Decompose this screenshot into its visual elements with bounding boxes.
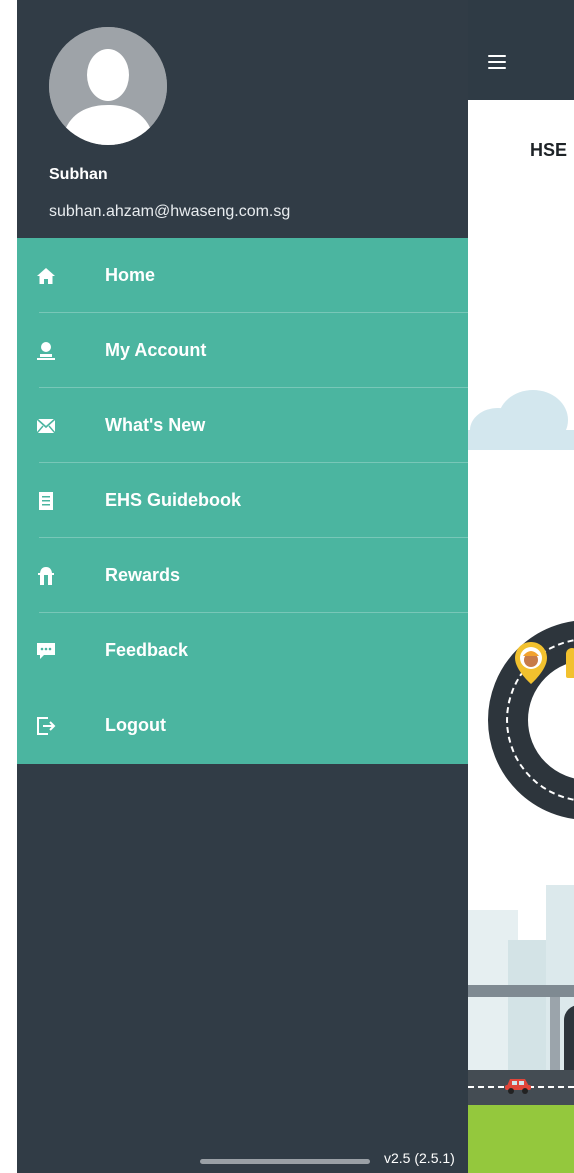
menu-item-home[interactable]: Home [17,238,468,313]
navigation-drawer: Subhan subhan.ahzam@hwaseng.com.sg Home … [17,0,468,1173]
menu-item-logout[interactable]: Logout [17,688,468,763]
screen-edge [0,0,17,1173]
menu-item-label: Home [105,265,156,285]
avatar[interactable] [49,27,167,145]
mail-icon [35,415,57,437]
menu-item-whats-new[interactable]: What's New [17,388,468,463]
home-icon [35,265,57,287]
menu-item-rewards[interactable]: Rewards [17,538,468,613]
chat-icon [35,640,57,662]
grass-illustration [468,1105,574,1173]
overpass-illustration [468,985,574,997]
app-version: v2.5 (2.5.1) [384,1150,455,1166]
car-icon [505,1079,531,1094]
book-icon [35,490,57,512]
menu-item-label: EHS Guidebook [105,490,242,510]
menu-item-my-account[interactable]: My Account [17,313,468,388]
user-name: Subhan [49,166,108,183]
home-indicator[interactable] [200,1159,370,1164]
user-avatar-icon [49,27,167,145]
gift-icon [35,565,57,587]
page-title: HSE [530,140,568,160]
pin-illustration [566,648,574,678]
menu-item-label: Feedback [105,640,189,660]
building-illustration [508,940,548,1085]
menu-item-ehs-guidebook[interactable]: EHS Guidebook [17,463,468,538]
app-content: HSE [468,100,574,1173]
menu-icon[interactable] [488,55,506,69]
worker-pin-icon [515,642,547,684]
user-email: subhan.ahzam@hwaseng.com.sg [49,203,291,220]
menu-item-label: My Account [105,340,207,360]
logout-icon [35,715,57,737]
drawer-menu: Home My Account What's New EHS Guidebook [17,238,468,764]
menu-item-label: Rewards [105,565,181,585]
app-header [468,0,574,100]
menu-item-label: Logout [105,715,166,735]
cloud-illustration [468,390,574,450]
user-icon [35,340,57,362]
menu-item-label: What's New [105,415,206,435]
menu-item-feedback[interactable]: Feedback [17,613,468,688]
